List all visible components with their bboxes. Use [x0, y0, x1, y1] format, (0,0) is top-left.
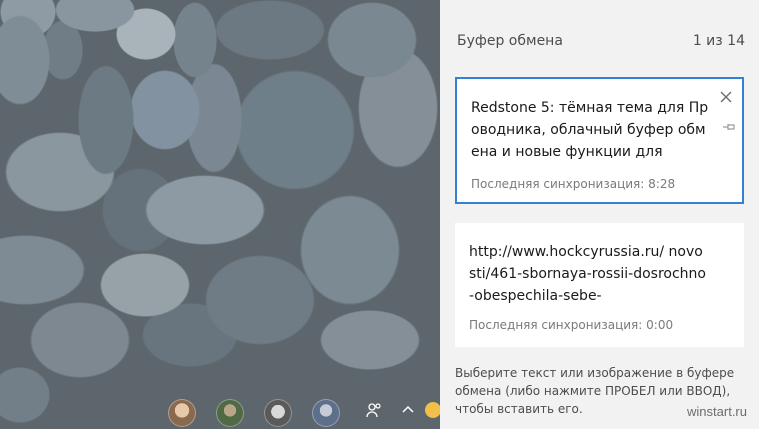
- watermark: winstart.ru: [687, 404, 747, 419]
- contact-avatar-3[interactable]: [264, 399, 292, 427]
- taskbar: [150, 394, 450, 429]
- clipboard-history-panel: Буфер обмена 1 из 14 Redstone 5: тёмная …: [440, 0, 759, 429]
- people-icon[interactable]: [366, 402, 382, 422]
- close-icon[interactable]: [720, 89, 732, 107]
- clipboard-item-text: http://www.hockcyrussia.ru/ novosti/461-…: [469, 244, 706, 304]
- contact-avatar-4[interactable]: [312, 399, 340, 427]
- panel-title: Буфер обмена: [457, 33, 563, 49]
- emoji-icon[interactable]: [425, 402, 441, 418]
- item-counter: 1 из 14: [692, 33, 745, 49]
- sync-status: Последняя синхронизация: 8:28: [471, 177, 676, 191]
- clipboard-item-text: Redstone 5: тёмная тема для Проводника, …: [471, 100, 709, 160]
- chevron-up-icon[interactable]: [402, 402, 414, 420]
- clipboard-item[interactable]: Redstone 5: тёмная тема для Проводника, …: [455, 77, 744, 204]
- contact-avatar-1[interactable]: [168, 399, 196, 427]
- sync-status: Последняя синхронизация: 0:00: [469, 318, 674, 332]
- contact-avatar-2[interactable]: [216, 399, 244, 427]
- pin-icon[interactable]: [722, 121, 736, 135]
- clipboard-item[interactable]: http://www.hockcyrussia.ru/ novosti/461-…: [455, 223, 744, 347]
